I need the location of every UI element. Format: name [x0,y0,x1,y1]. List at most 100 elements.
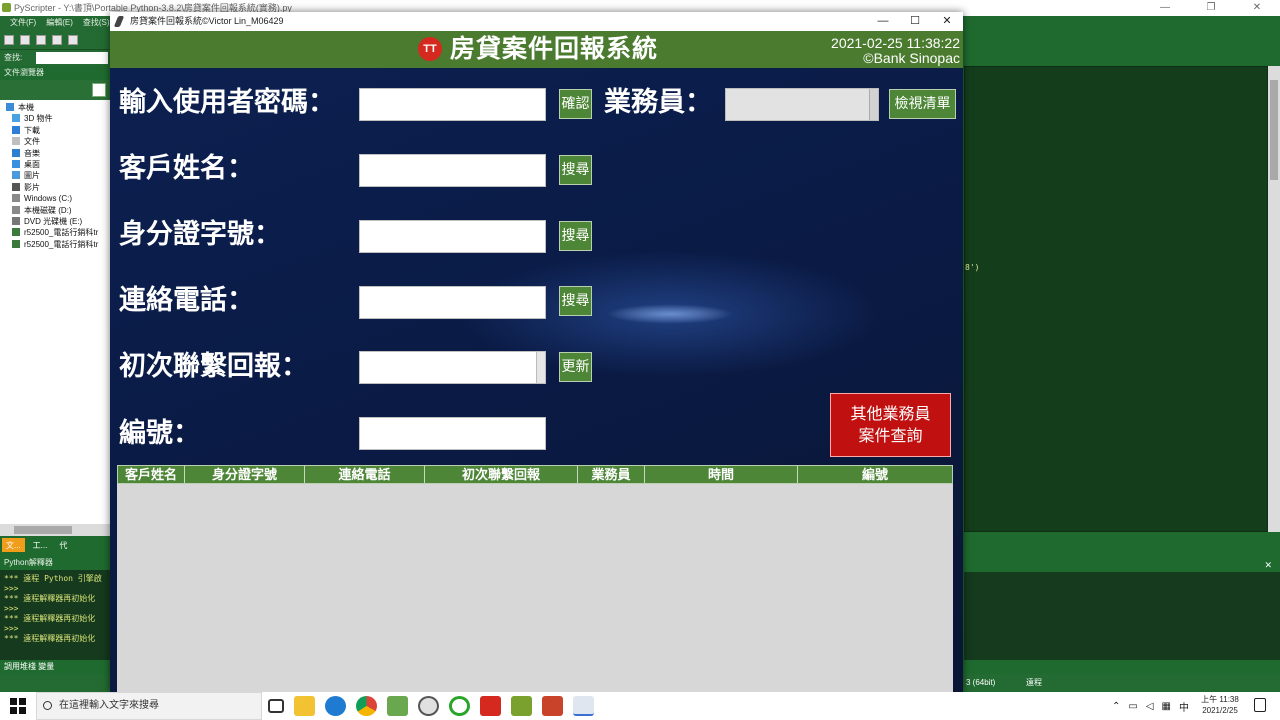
other-sales-query-button[interactable]: 其他業務員 案件查詢 [830,393,951,457]
ide-search-input[interactable] [36,52,108,64]
network-icon[interactable]: ▭ [1128,701,1137,712]
tree-item[interactable]: Windows (C:) [6,193,110,204]
phone-input[interactable] [359,286,546,319]
code-editor[interactable]: 8') [964,66,1268,532]
drive-icon [12,205,20,214]
other-sales-line2: 案件查詢 [858,426,923,445]
ide-menu-file[interactable]: 文件(F) [10,16,36,30]
file-explorer-title: 文件瀏覽器 [0,66,110,80]
volume-icon[interactable]: ◁ [1146,701,1154,712]
tree-item[interactable]: 本機 [6,102,110,113]
column-header-phone[interactable]: 連絡電話 [305,466,425,483]
new-file-icon[interactable] [4,35,14,45]
column-header-number[interactable]: 編號 [798,466,952,483]
tree-item[interactable]: DVD 光碟機 (E:) [6,216,110,227]
bank-logo: TT [418,37,442,61]
number-input[interactable] [359,417,546,450]
ide-close-button[interactable]: ✕ [1234,0,1280,16]
minimize-button[interactable]: — [867,12,899,31]
ide-bottom-tabs[interactable]: 調用堆棧 變量 [0,660,110,674]
id-number-input[interactable] [359,220,546,253]
column-header-customer[interactable]: 客戶姓名 [118,466,185,483]
close-panel-icon[interactable]: ✕ [1264,560,1272,570]
ide-restore-button[interactable]: ❐ [1188,0,1234,16]
taskbar-clock[interactable]: 上午 11:38 2021/2/25 [1192,694,1248,716]
app-title: 房貸案件回報系統 [450,34,659,63]
music-icon [12,148,20,157]
task-view-icon[interactable] [268,699,284,713]
pyscripter-icon [2,3,11,12]
app-titlebar[interactable]: 房貸案件回報系統©Victor Lin_M06429 — ☐ ✕ [110,12,963,31]
case-table[interactable]: 客戶姓名 身分證字號 連絡電話 初次聯繫回報 業務員 時間 編號 [117,465,953,694]
notification-icon[interactable] [1254,698,1266,712]
tree-item[interactable]: 下載 [6,125,110,136]
feather-app-icon[interactable] [573,696,594,716]
tab-code[interactable]: 代 [55,538,71,552]
customer-name-input[interactable] [359,154,546,187]
scrollbar-thumb[interactable] [1270,80,1278,180]
column-header-first-contact[interactable]: 初次聯繫回報 [425,466,578,483]
edge-icon[interactable] [325,696,346,716]
chrome-icon[interactable] [356,696,377,716]
taskbar-search[interactable]: 在這裡輸入文字來搜尋 [36,692,262,720]
file-tree: 本機 3D 物件 下載 文件 音樂 桌面 圖片 影片 Windows (C:) … [0,100,110,536]
app-header: TT 房貸案件回報系統 2021-02-25 11:38:22 ©Bank Si… [110,31,963,68]
ide-menu-edit[interactable]: 編輯(E) [46,16,73,30]
chevron-up-icon[interactable]: ⌃ [1112,701,1120,712]
search-customer-button[interactable]: 搜尋 [559,155,592,185]
filter-icon[interactable] [92,83,106,97]
ime-indicator[interactable]: 中 [1179,699,1189,714]
clock-time: 上午 11:38 [1201,695,1239,704]
file-tree-scrollbar[interactable] [0,524,110,536]
tree-item[interactable]: 音樂 [6,148,110,159]
tab-tools[interactable]: 工... [29,538,52,552]
password-input[interactable] [359,88,546,121]
column-header-id[interactable]: 身分證字號 [185,466,305,483]
tree-item[interactable]: 桌面 [6,159,110,170]
sales-select[interactable] [725,88,879,121]
bank-app-icon[interactable] [480,696,501,716]
column-header-sales[interactable]: 業務員 [578,466,645,483]
confirm-button[interactable]: 確認 [559,89,592,119]
pyscripter-taskbar-icon[interactable] [511,696,532,716]
debug-icon[interactable] [68,35,78,45]
ide-search-bar: 查找: [0,50,110,66]
maximize-button[interactable]: ☐ [899,12,931,31]
editor-scrollbar[interactable] [1268,66,1280,532]
file-explorer-toolbar [0,80,110,100]
ide-minimize-button[interactable]: — [1142,0,1188,16]
close-button[interactable]: ✕ [931,12,963,31]
view-list-button[interactable]: 檢視清單 [889,89,956,119]
search-id-button[interactable]: 搜尋 [559,221,592,251]
status-python-version: 3 (64bit) [966,678,996,687]
open-folder-icon[interactable] [20,35,30,45]
tree-item[interactable]: 本機磁碟 (D:) [6,205,110,216]
start-button[interactable] [10,698,26,714]
tree-item[interactable]: 圖片 [6,170,110,181]
file-explorer-icon[interactable] [294,696,315,716]
notepad-icon[interactable] [387,696,408,716]
python-console[interactable]: *** 遠程 Python 引擎啟 >>> *** 遠程解釋器再初始化 >>> … [0,570,110,660]
powerpoint-icon[interactable] [542,696,563,716]
tree-item[interactable]: r52500_電話行銷科tr [6,227,110,238]
sync-icon[interactable] [449,696,470,716]
tree-item[interactable]: r52500_電話行銷科tr [6,239,110,250]
clock-app-icon[interactable] [418,696,439,716]
keyboard-icon[interactable]: ▦ [1162,701,1171,712]
status-engine: 遠程 [1026,678,1042,687]
run-icon[interactable] [52,35,62,45]
first-contact-select[interactable] [359,351,546,384]
tree-item[interactable]: 文件 [6,136,110,147]
drive-icon [12,194,20,203]
console-line: *** 遠程 Python 引擎啟 [4,574,102,583]
update-button[interactable]: 更新 [559,352,592,382]
column-header-time[interactable]: 時間 [645,466,798,483]
tree-item[interactable]: 影片 [6,182,110,193]
search-phone-button[interactable]: 搜尋 [559,286,592,316]
tree-item[interactable]: 3D 物件 [6,113,110,124]
tab-file-explorer[interactable]: 文... [2,538,25,552]
scrollbar-thumb[interactable] [14,526,72,534]
search-icon [43,701,52,710]
save-icon[interactable] [36,35,46,45]
ide-menu-search[interactable]: 查找(S) [83,16,110,30]
